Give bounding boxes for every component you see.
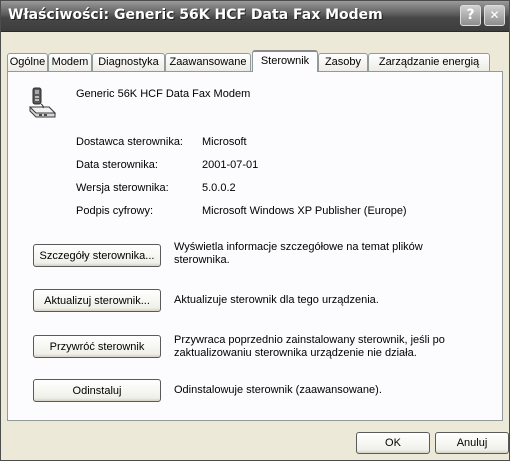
driver-version-label: Wersja sterownika: (76, 182, 169, 194)
tab-general[interactable]: Ogólne (7, 53, 48, 71)
modem-icon (28, 87, 57, 118)
driver-version-value: 5.0.0.2 (202, 182, 236, 194)
driver-date-value: 2001-07-01 (202, 159, 259, 171)
update-driver-description: Aktualizuje sterownik dla tego urządzeni… (174, 294, 379, 306)
uninstall-description: Odinstalowuje sterownik (zaawansowane). (174, 384, 382, 396)
driver-date-label: Data sterownika: (76, 159, 158, 171)
close-button[interactable]: ✕ (484, 5, 505, 26)
title-bar[interactable]: Właściwości: Generic 56K HCF Data Fax Mo… (1, 1, 509, 32)
tab-modem[interactable]: Modem (48, 53, 92, 71)
tab-advanced[interactable]: Zaawansowane (165, 53, 251, 71)
update-driver-button[interactable]: Aktualizuj sterownik... (33, 289, 161, 312)
digital-signer-value: Microsoft Windows XP Publisher (Europe) (202, 205, 407, 217)
tab-diagnostics[interactable]: Diagnostyka (92, 53, 165, 71)
driver-details-description: Wyświetla informacje szczegółowe na tema… (174, 241, 423, 266)
window-title: Właściwości: Generic 56K HCF Data Fax Mo… (8, 7, 383, 23)
driver-provider-label: Dostawca sterownika: (76, 136, 183, 148)
tab-driver[interactable]: Sterownik (252, 50, 318, 72)
tab-resources[interactable]: Zasoby (318, 53, 368, 71)
properties-dialog: Właściwości: Generic 56K HCF Data Fax Mo… (0, 0, 510, 461)
device-name: Generic 56K HCF Data Fax Modem (76, 88, 251, 100)
cancel-button[interactable]: Anuluj (435, 432, 509, 454)
tab-power-management[interactable]: Zarządzanie energią (368, 53, 490, 71)
ok-button[interactable]: OK (356, 432, 430, 454)
driver-provider-value: Microsoft (202, 136, 247, 148)
help-button[interactable]: ? (460, 5, 481, 26)
driver-tab-panel: Generic 56K HCF Data Fax Modem Dostawca … (7, 71, 503, 421)
digital-signer-label: Podpis cyfrowy: (76, 205, 154, 217)
uninstall-button[interactable]: Odinstaluj (33, 379, 161, 402)
roll-back-driver-description: Przywraca poprzednio zainstalowany stero… (174, 334, 445, 359)
roll-back-driver-button[interactable]: Przywróć sterownik (33, 335, 161, 358)
driver-details-button[interactable]: Szczegóły sterownika... (33, 244, 161, 267)
